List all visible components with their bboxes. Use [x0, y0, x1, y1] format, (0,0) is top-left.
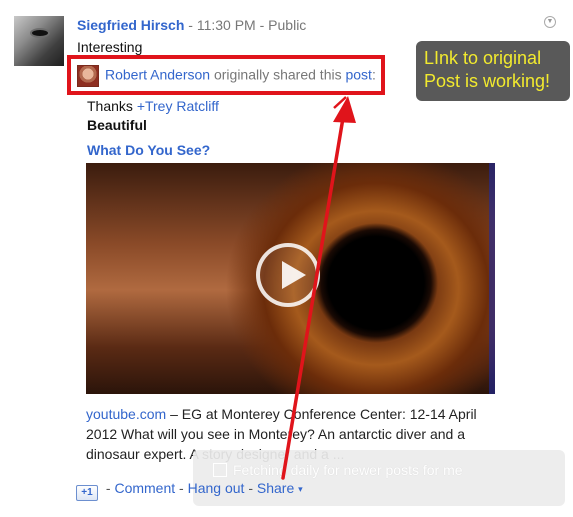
arrow-shaft [281, 110, 346, 480]
annotation-arrow [281, 96, 356, 480]
